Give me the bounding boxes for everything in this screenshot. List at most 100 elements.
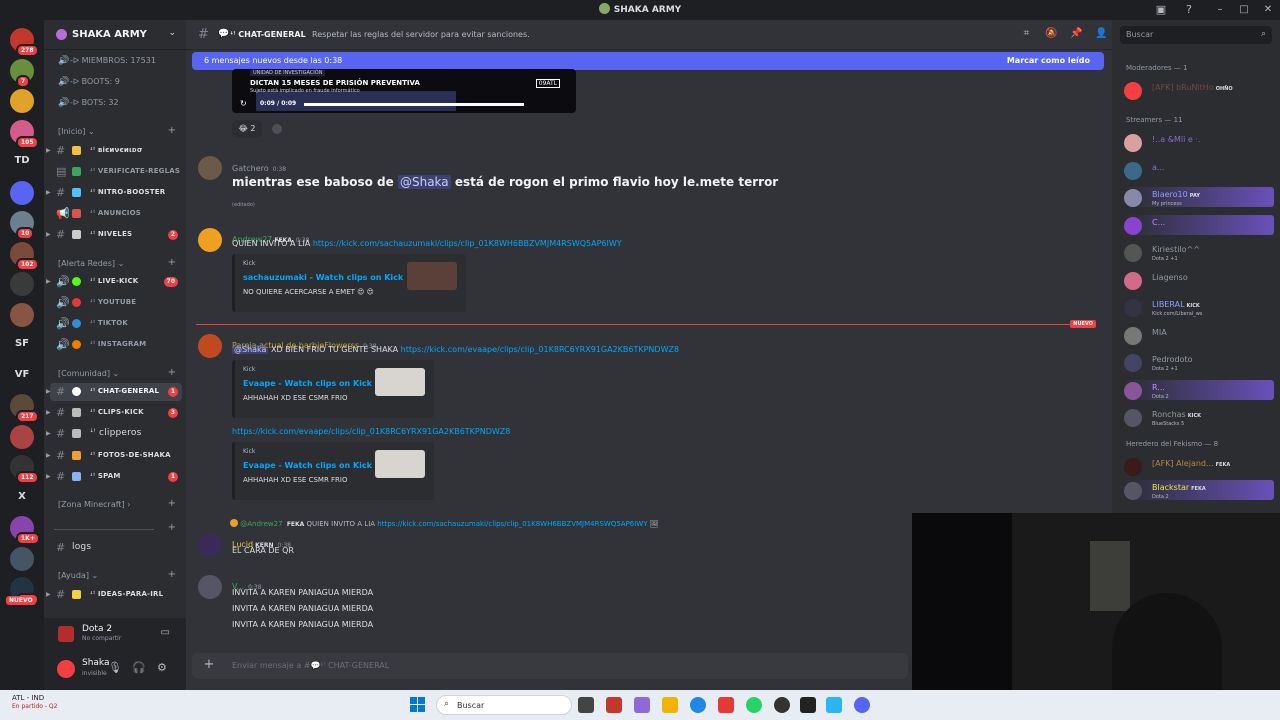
search-input[interactable]: Buscar ⌕ [1120,26,1272,44]
server-header[interactable]: SHAKA ARMY ⌄ [44,20,186,50]
message-link[interactable]: https://kick.com/evaape/clips/clip_01K8R… [232,427,510,436]
reply-preview[interactable]: @Andrew27 FEKA QUIEN INVITO A LIA https:… [230,519,659,528]
category-zona-minecraft[interactable]: [Zona Minecraft] › [58,500,130,512]
discord-icon[interactable] [854,697,870,713]
message-input[interactable]: Enviar mensaje a #💬ꜜꜝ CHAT-GENERAL [232,661,389,670]
member-item[interactable]: Blaero10 PAY My princess [1124,187,1274,207]
threads-icon[interactable]: ⌗ [1020,28,1033,39]
add-channel-icon[interactable]: + [168,498,176,509]
microphone-icon[interactable]: 🎙 [108,661,122,674]
server-icon[interactable]: TD [10,155,34,166]
add-channel-icon[interactable]: + [168,125,176,136]
category-inicio[interactable]: [Inicio] ⌄ [58,127,95,139]
channel-tiktok[interactable]: 🔊 ꜜꜝ TIKTOK [50,315,182,333]
bell-off-icon[interactable]: 🔕 [1045,28,1058,39]
member-item[interactable]: Liagenso [1124,270,1274,290]
channel-nitro[interactable]: ▶ # ꜜꜝ NITRO-BOOSTER [46,184,182,202]
avatar[interactable] [198,334,222,358]
channel-spam[interactable]: ▶ # ꜜꜝ SPAM 1 [46,468,182,486]
avatar[interactable] [57,660,75,678]
member-item[interactable]: LIBERAL KICK Kick.com/Liberal_ws [1124,297,1274,317]
embed-thumbnail[interactable] [375,450,425,478]
weather-widget[interactable]: ATL - IND En partido - Q2 [12,694,57,710]
replay-icon[interactable]: ↻ [240,99,247,108]
server-icon[interactable]: X [10,491,34,502]
embed-title[interactable]: Evaape - Watch clips on Kick [243,379,372,388]
app-icon[interactable] [606,697,622,713]
close-button[interactable]: ✕ [1256,0,1280,20]
windows-start-icon[interactable] [410,697,426,713]
new-messages-bar[interactable]: 6 mensajes nuevos desde las 0:38 Marcar … [192,52,1104,70]
add-channel-icon[interactable]: + [168,367,176,378]
server-icon[interactable] [10,424,34,449]
stat-members[interactable]: 🔊-ᐅ MIEMBROS: 17531 [58,56,156,70]
task-view-icon[interactable] [578,697,594,713]
channel-niveles[interactable]: ▶ # ꜜꜝ NIVELES 2 [46,226,182,244]
help-icon[interactable]: ? [1182,3,1196,17]
activity-panel[interactable]: Dota 2 No compartir ▭ [44,618,186,652]
video-progress[interactable] [304,103,524,106]
inbox-icon[interactable]: ▣ [1154,3,1168,17]
channel-logs[interactable]: # logs [50,539,182,557]
app-icon[interactable] [718,697,734,713]
chrome-icon[interactable] [774,697,790,713]
gear-icon[interactable]: ⚙ [157,661,167,674]
embed-title[interactable]: sachauzumaki - Watch clips on Kick [243,273,403,282]
member-item[interactable]: !..a &Mii e ·. [1124,132,1274,152]
user-mention[interactable]: @Shaka [232,345,269,354]
avatar[interactable] [198,228,222,252]
app-icon[interactable] [826,697,842,713]
category-ayuda[interactable]: [Ayuda] ⌄ [58,571,98,583]
screen-share-icon[interactable]: ▭ [161,627,170,638]
member-item[interactable]: Blackstar FEKA Dota 2 [1124,480,1274,500]
mark-as-read-button[interactable]: Marcar como leído [1007,56,1090,65]
member-list-icon[interactable]: 👤 [1095,28,1108,39]
add-channel-icon[interactable]: + [168,522,176,533]
server-icon[interactable]: SF [10,338,34,349]
message-link[interactable]: https://kick.com/sachauzumaki/clips/clip… [313,239,622,248]
user-mention[interactable]: @Shaka [397,175,451,189]
category-comunidad[interactable]: [Comunidad] ⌄ [58,369,119,381]
channel-clips-kick[interactable]: ▶ # ꜜꜝ CLIPS-KICK 3 [46,404,182,422]
server-icon[interactable] [10,272,34,296]
chevron-down-icon[interactable]: ⌄ [168,28,176,38]
whatsapp-icon[interactable] [746,697,762,713]
member-item[interactable]: C... [1124,214,1274,235]
channel-fotos-de-shaka[interactable]: ▶ # ꜜꜝ FOTOS-DE-SHAKA [46,447,182,465]
headphones-icon[interactable]: 🎧 [132,661,146,674]
embed-title[interactable]: Evaape - Watch clips on Kick [243,461,372,470]
stat-boosts[interactable]: 🔊-ᐅ BOOTS: 9 [58,77,120,91]
channel-youtube[interactable]: 🔊 ꜜꜝ YOUTUBE [50,294,182,312]
server-icon[interactable]: VF [10,369,34,380]
server-icon[interactable] [10,546,34,571]
avatar[interactable] [198,156,222,180]
member-item[interactable]: [AFK] bRuNitHo OHÑO [1124,80,1274,100]
avatar[interactable] [198,575,222,599]
member-item[interactable]: a... [1124,160,1274,180]
server-icon[interactable] [10,89,34,113]
file-explorer-icon[interactable] [662,697,678,713]
member-item[interactable]: R... Dota 2 [1124,379,1274,400]
server-icon[interactable] [10,302,34,327]
server-icon[interactable] [10,180,34,205]
minimize-button[interactable]: – [1208,0,1232,20]
channel-chat-general[interactable]: ▶ # ꜜꜝ CHAT-GENERAL 1 [46,383,182,401]
member-item[interactable]: Pedrodoto Dota 2 +1 [1124,352,1274,372]
member-item[interactable]: [AFK] Alejand... FEKA [1124,456,1274,476]
channel-anuncios[interactable]: 📢 ꜜꜝ ANUNCIOS [50,205,182,223]
message-author[interactable]: Gatchero [232,164,269,173]
add-channel-icon[interactable]: + [168,569,176,580]
message-link[interactable]: https://kick.com/evaape/clips/clip_01K8R… [401,345,679,354]
channel-clipperos[interactable]: ▶ # ꜜꜝ clipperos [46,425,182,443]
app-icon[interactable] [800,697,816,713]
maximize-button[interactable]: □ [1232,0,1256,20]
edge-icon[interactable] [690,697,706,713]
member-item[interactable]: MIA [1124,325,1274,345]
add-channel-icon[interactable]: + [168,257,176,268]
embed-thumbnail[interactable] [407,262,457,290]
channel-verificate[interactable]: ▤ ꜜꜝ VERIFICATE-REGLAS [50,163,182,181]
channel-topic[interactable]: Respetar las reglas del servidor para ev… [312,30,530,39]
add-attachment-icon[interactable]: + [202,658,216,672]
category-alerta-redes[interactable]: [Alerta Redes] ⌄ [58,259,124,271]
embed-thumbnail[interactable] [375,368,425,396]
